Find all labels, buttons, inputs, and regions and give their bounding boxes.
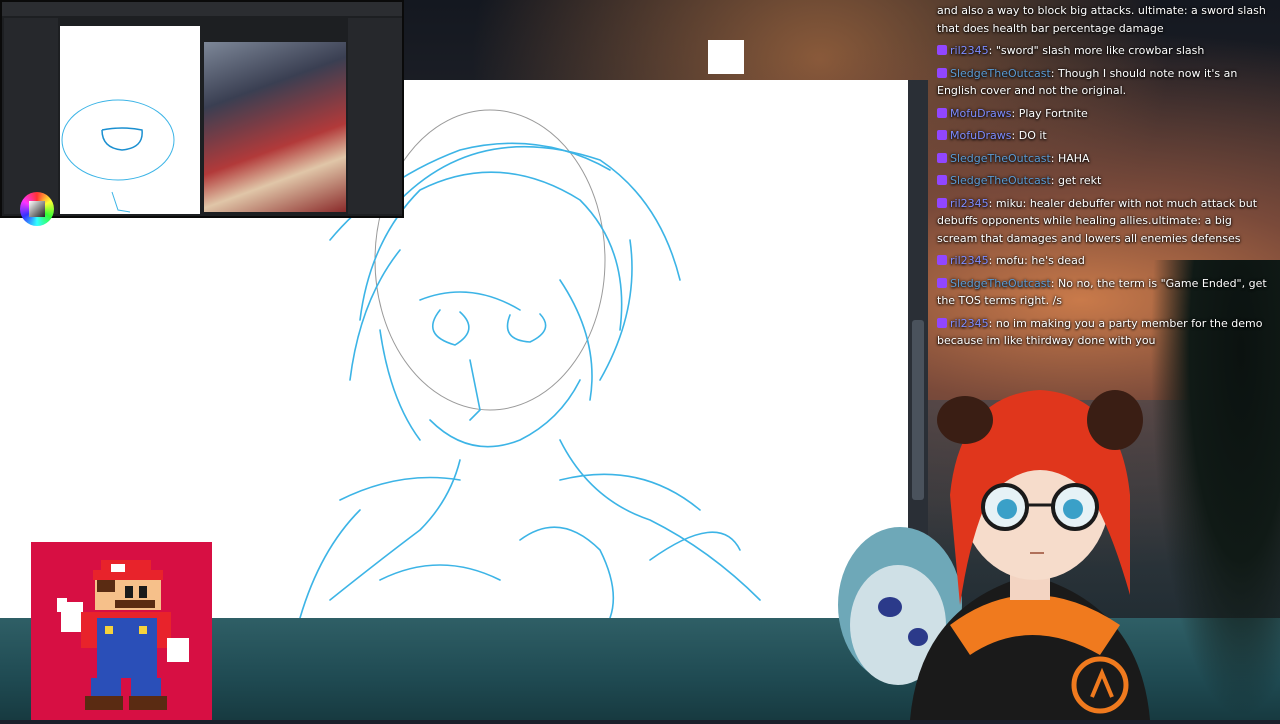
chat-message: MofuDraws: Play Fortnite [937,105,1272,123]
twitch-badge-icon [937,277,947,288]
chat-message: SledgeTheOutcast: HAHA [937,150,1272,168]
chat-username: SledgeTheOutcast [950,276,1051,290]
chat-message: MofuDraws: DO it [937,127,1272,145]
mario-sprite-box [31,542,212,720]
tool-panel[interactable] [4,18,58,226]
art-software-capture [0,0,744,226]
mario-sprite-icon [57,560,189,710]
twitch-badge-icon [937,130,947,140]
color-wheel-icon[interactable] [20,192,54,226]
twitch-badge-icon [937,175,947,185]
chat-username: ril2345 [950,316,989,330]
page-sketch [61,99,175,213]
chat-message: SledgeTheOutcast: get rekt [937,172,1272,190]
chat-message: SledgeTheOutcast: No no, the term is "Ga… [937,276,1267,307]
layer-panel[interactable] [348,18,744,214]
chat-message: SledgeTheOutcast: Though I should note n… [937,66,1238,97]
chat-message: ril2345: no im making you a party member… [937,316,1263,347]
chat-message: ril2345: mofu: he's dead [937,252,1272,270]
chat-username: MofuDraws [950,106,1012,120]
twitch-badge-icon [937,107,947,118]
twitch-badge-icon [937,67,947,78]
software-canvas-page[interactable] [60,26,200,214]
chat-username: SledgeTheOutcast [950,174,1051,187]
chat-message-text: mofu: he's dead [995,254,1085,267]
twitch-badge-icon [937,317,947,328]
navigator-thumbnail[interactable] [708,40,744,74]
chat-message-text: and also a way to block big attacks. ult… [937,4,1266,35]
chat-message-text: "sword" slash more like crowbar slash [995,44,1205,57]
reference-image [204,42,346,212]
vtuber-avatar [838,390,1150,720]
chat-username: ril2345 [950,254,989,267]
chat-username: MofuDraws [950,129,1012,142]
twitch-badge-icon [937,197,947,208]
software-toolbar[interactable] [2,2,402,16]
chat-panel: and also a way to block big attacks. ult… [929,0,1280,360]
chat-username: ril2345 [950,44,989,57]
twitch-badge-icon [937,45,947,55]
chat-username: SledgeTheOutcast [950,151,1051,165]
twitch-badge-icon [937,152,947,163]
chat-message: ril2345: "sword" slash more like crowbar… [937,42,1272,60]
chat-message-text: Play Fortnite [1018,106,1088,120]
chat-message-text: get rekt [1057,174,1102,187]
chat-username: SledgeTheOutcast [950,66,1051,80]
twitch-badge-icon [937,255,947,265]
chat-message: and also a way to block big attacks. ult… [937,2,1272,37]
chat-message: ril2345: miku: healer debuffer with not … [937,196,1258,245]
chat-message-text: HAHA [1057,151,1090,165]
chat-message-text: DO it [1018,129,1047,142]
chat-username: ril2345 [950,196,989,210]
